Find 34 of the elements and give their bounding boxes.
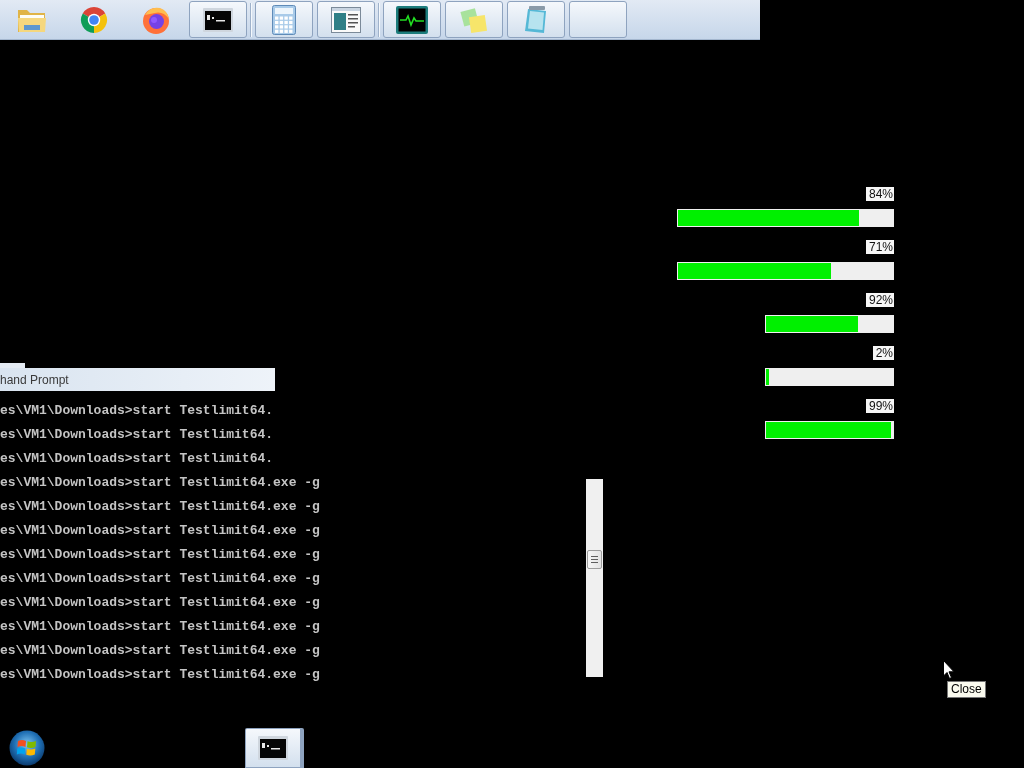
window-title: hand Prompt [0,372,69,387]
percent-label: 2% [872,346,894,360]
taskbar-button[interactable] [189,1,247,38]
start-orb-icon[interactable] [9,730,45,766]
console-line: es\VM1\Downloads>start Testlimit64.exe -g [0,594,320,612]
sticky-notes-icon [459,5,489,34]
console-line: es\VM1\Downloads>start Testlimit64.exe -g [0,570,320,588]
console-line: es\VM1\Downloads>start Testlimit64.exe -g [0,666,320,684]
console-line: es\VM1\Downloads>start Testlimit64.exe -g [0,642,320,660]
percent-label: 92% [865,293,894,307]
aperture-icon[interactable] [80,5,108,34]
calculator-icon [272,4,296,35]
taskbar-button[interactable] [383,1,441,38]
console-line: es\VM1\Downloads>start Testlimit64.exe -g [0,618,320,636]
percent-label: 71% [865,240,894,254]
console-line: es\VM1\Downloads>start Testlimit64.exe -g [0,546,320,564]
console-line: es\VM1\Downloads>start Testlimit64. [0,426,274,444]
tooltip: Close [947,681,986,698]
terminal-icon [258,736,288,760]
scrollbar-thumb[interactable] [587,550,602,569]
pulse-monitor-icon [396,5,428,34]
window-edge [0,363,25,368]
window-icon [331,6,361,33]
console-line: es\VM1\Downloads>start Testlimit64. [0,402,274,420]
percent-label: 99% [865,399,894,413]
console-line: es\VM1\Downloads>start Testlimit64.exe -g [0,522,320,540]
terminal-icon [203,7,233,32]
percent-label: 84% [865,187,894,201]
console-line: es\VM1\Downloads>start Testlimit64.exe -g [0,498,320,516]
scrollbar[interactable] [586,479,603,677]
mouse-cursor-icon [943,660,955,679]
taskbar-button[interactable] [245,728,304,768]
console-line: es\VM1\Downloads>start Testlimit64.exe -g [0,474,320,492]
console-line: es\VM1\Downloads>start Testlimit64. [0,450,274,468]
